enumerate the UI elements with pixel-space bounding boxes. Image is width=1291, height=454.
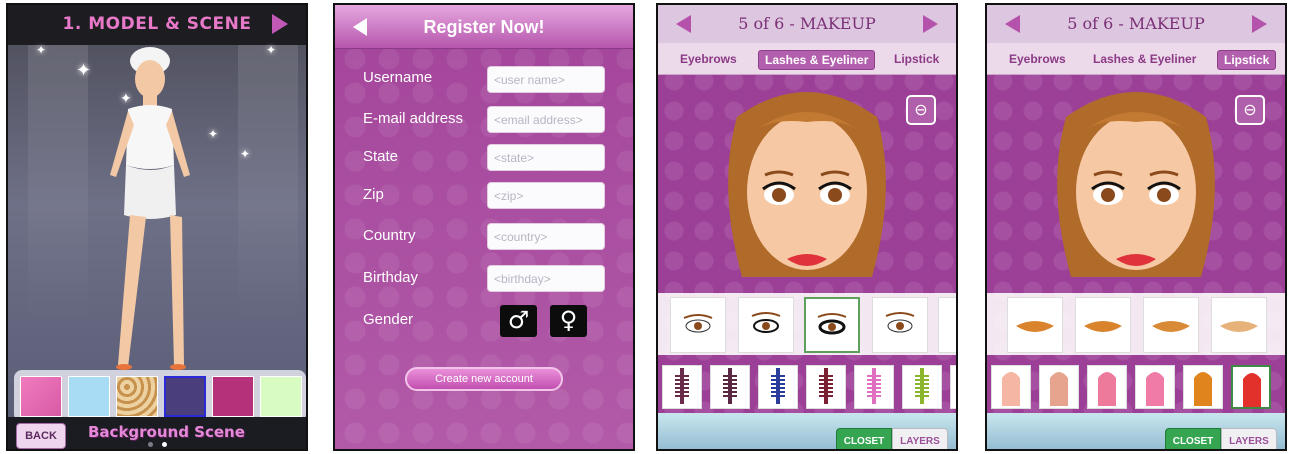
- mascara-option[interactable]: [854, 365, 894, 409]
- register-screen: Register Now! Username <user name> E-mai…: [333, 3, 635, 451]
- mascara-option[interactable]: [758, 365, 798, 409]
- makeup-lipstick-screen: 5 of 6 - MAKEUP Eyebrows Lashes & Eyelin…: [985, 3, 1287, 451]
- makeup-tabs: Eyebrows Lashes & Eyeliner Lipstick: [658, 43, 956, 75]
- closet-button[interactable]: CLOSET: [836, 428, 892, 449]
- zip-field[interactable]: <zip>: [487, 182, 605, 209]
- mascara-option[interactable]: [902, 365, 942, 409]
- swatch-pink-bokeh[interactable]: [20, 376, 62, 417]
- page-title: Register Now!: [423, 17, 545, 37]
- lipstick-option[interactable]: [1087, 365, 1127, 409]
- closet-button[interactable]: CLOSET: [1165, 428, 1221, 449]
- swatch-mint[interactable]: [260, 376, 302, 417]
- birthday-field[interactable]: <birthday>: [487, 265, 605, 292]
- page-dot-active: [162, 442, 167, 447]
- mascara-option[interactable]: [710, 365, 750, 409]
- lipstick-option[interactable]: [991, 365, 1031, 409]
- lip-shape-option[interactable]: [1007, 297, 1063, 353]
- sparkle-icon: ✦: [36, 43, 47, 57]
- lipstick-color-row: [987, 365, 1285, 409]
- eye-style-option[interactable]: [938, 297, 956, 353]
- sparkle-icon: ✦: [208, 127, 219, 141]
- page-title: 5 of 6 - MAKEUP: [738, 14, 876, 33]
- next-arrow-icon[interactable]: [1252, 15, 1267, 33]
- mascara-option[interactable]: [662, 365, 702, 409]
- lip-shape-row: [987, 293, 1285, 355]
- country-field[interactable]: <country>: [487, 223, 605, 250]
- lip-shape-option[interactable]: [1075, 297, 1131, 353]
- page-title: 5 of 6 - MAKEUP: [1067, 14, 1205, 33]
- male-symbol-icon[interactable]: ♂: [500, 305, 537, 337]
- birthday-label: Birthday: [363, 269, 419, 286]
- female-symbol-icon[interactable]: ♀: [550, 305, 587, 337]
- username-label: Username: [363, 69, 433, 86]
- tab-eyebrows[interactable]: Eyebrows: [1003, 50, 1072, 68]
- tab-lipstick[interactable]: Lipstick: [888, 50, 945, 68]
- background-swatch-tray: [14, 370, 306, 422]
- eye-style-option[interactable]: [738, 297, 794, 353]
- username-field[interactable]: <user name>: [487, 66, 605, 93]
- eye-style-option-selected[interactable]: [804, 297, 860, 353]
- model-face: [1057, 92, 1215, 277]
- tab-lipstick[interactable]: Lipstick: [1217, 50, 1277, 70]
- next-arrow-icon[interactable]: [272, 14, 288, 34]
- email-field[interactable]: <email address>: [487, 106, 605, 133]
- layers-button[interactable]: LAYERS: [892, 428, 948, 449]
- model-figure: [110, 47, 190, 370]
- gender-label: Gender: [363, 311, 414, 328]
- layers-button[interactable]: LAYERS: [1221, 428, 1277, 449]
- next-arrow-icon[interactable]: [923, 15, 938, 33]
- sparkle-icon: ✦: [240, 147, 251, 161]
- eye-style-option[interactable]: [872, 297, 928, 353]
- header-bar: 1. MODEL & SCENE: [8, 5, 306, 45]
- lipstick-option[interactable]: [1039, 365, 1079, 409]
- email-label: E-mail address: [363, 110, 464, 127]
- mascara-row: [658, 365, 956, 409]
- model-face: [728, 92, 886, 277]
- header-bar: 5 of 6 - MAKEUP: [658, 5, 956, 43]
- lipstick-option-selected[interactable]: [1231, 365, 1271, 409]
- eye-style-option[interactable]: [670, 297, 726, 353]
- makeup-tabs: Eyebrows Lashes & Eyeliner Lipstick: [987, 43, 1285, 75]
- country-label: Country: [363, 227, 416, 244]
- lip-shape-option[interactable]: [1143, 297, 1199, 353]
- swatch-spotlight-selected[interactable]: [164, 376, 206, 417]
- state-label: State: [363, 148, 399, 165]
- lipstick-option[interactable]: [1183, 365, 1223, 409]
- state-field[interactable]: <state>: [487, 144, 605, 171]
- mascara-option[interactable]: [806, 365, 846, 409]
- zip-label: Zip: [363, 186, 384, 203]
- swatch-sky-blue[interactable]: [68, 376, 110, 417]
- tab-eyebrows[interactable]: Eyebrows: [674, 50, 743, 68]
- lip-shape-option[interactable]: [1211, 297, 1267, 353]
- tab-lashes-eyeliner[interactable]: Lashes & Eyeliner: [758, 50, 876, 70]
- makeup-lashes-screen: 5 of 6 - MAKEUP Eyebrows Lashes & Eyelin…: [656, 3, 958, 451]
- spotlight: [238, 25, 298, 325]
- header-bar: Register Now!: [335, 5, 633, 49]
- eye-style-row: [658, 293, 956, 355]
- model-scene-screen: 1. MODEL & SCENE ✦ ✦ ✦ ✦ ✦ ✦ BACK Backgr…: [6, 3, 308, 451]
- header-bar: 5 of 6 - MAKEUP: [987, 5, 1285, 43]
- lipstick-option[interactable]: [1135, 365, 1175, 409]
- sparkle-icon: ✦: [266, 43, 277, 57]
- page-dot: [148, 442, 153, 447]
- tab-lashes-eyeliner[interactable]: Lashes & Eyeliner: [1087, 50, 1202, 68]
- back-button[interactable]: BACK: [16, 423, 66, 449]
- swatch-magenta[interactable]: [212, 376, 254, 417]
- mascara-option[interactable]: [950, 365, 956, 409]
- create-account-button[interactable]: Create new account: [405, 367, 563, 391]
- background-scene-label: Background Scene: [88, 423, 245, 441]
- page-title: 1. MODEL & SCENE: [62, 14, 252, 34]
- swatch-leopard[interactable]: [116, 376, 158, 417]
